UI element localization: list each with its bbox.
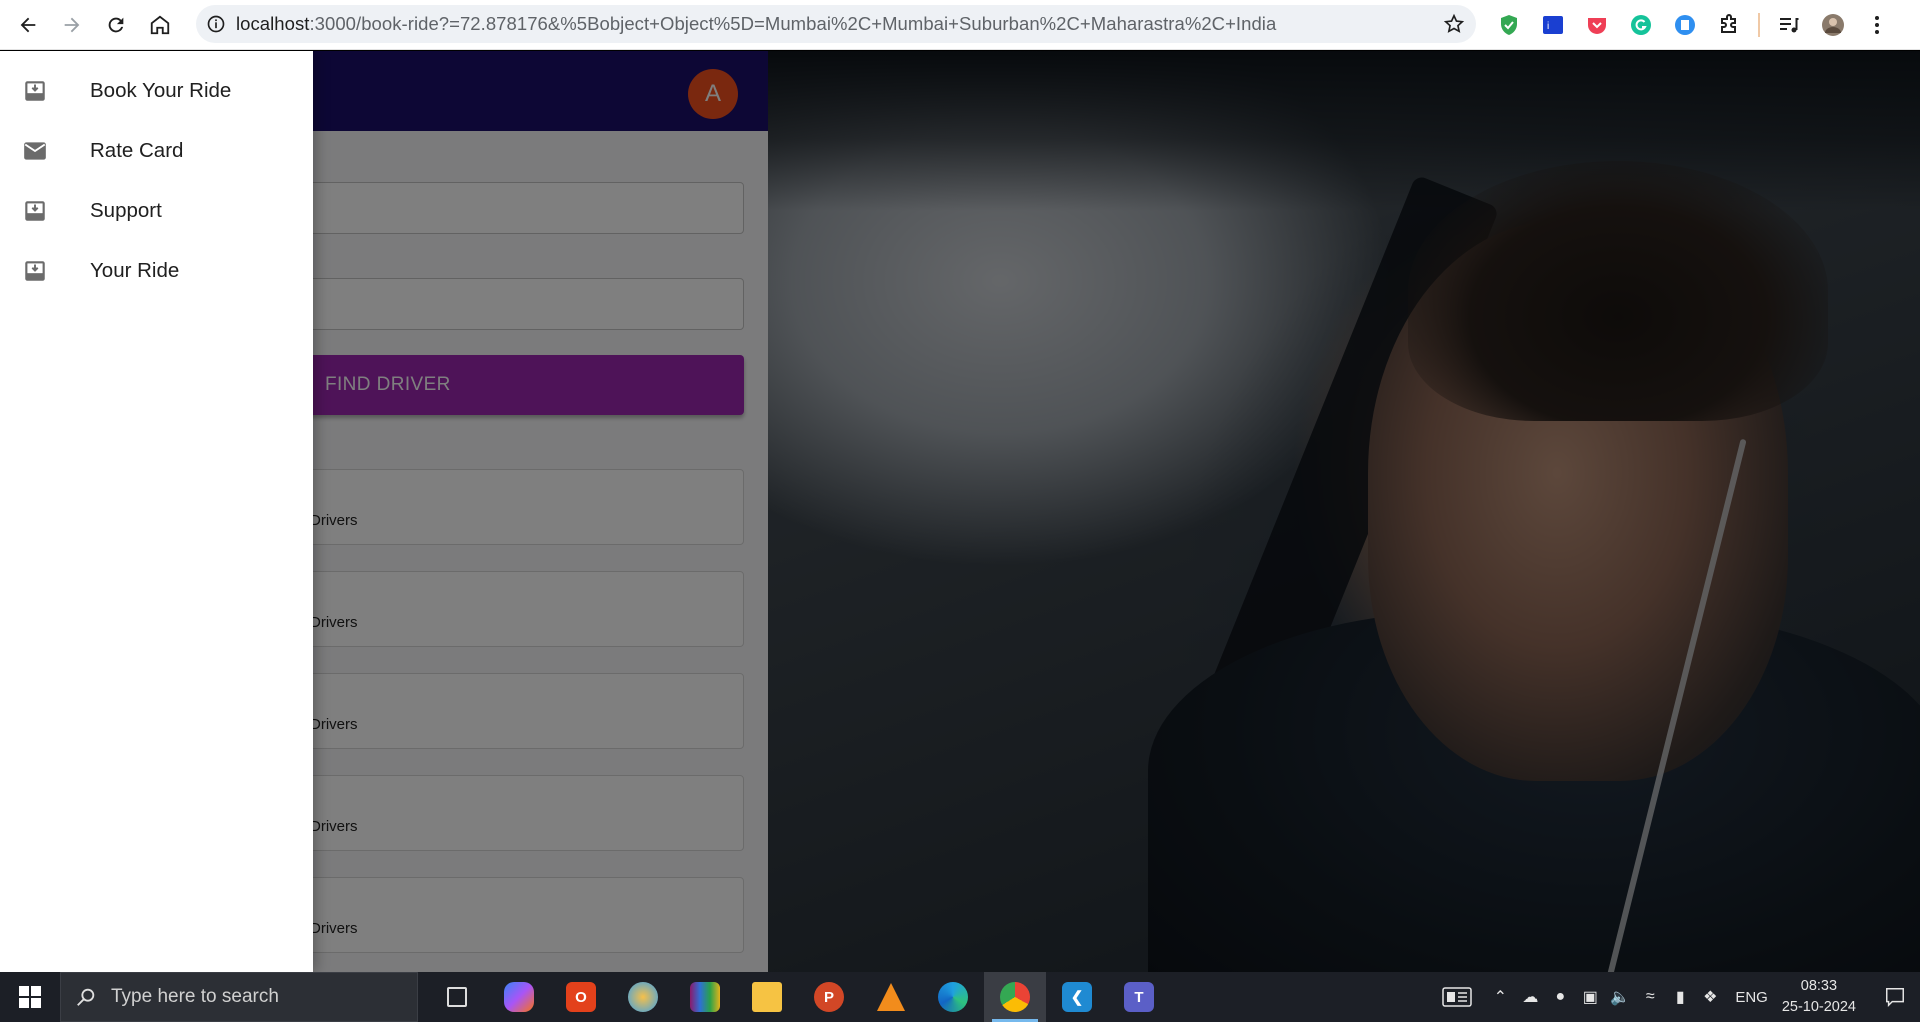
security-alert-icon[interactable]: ● <box>1545 972 1575 1022</box>
url-text[interactable]: localhost:3000/book-ride?=72.878176&%5Bo… <box>236 13 1432 35</box>
copilot-icon <box>504 982 534 1012</box>
folder-icon <box>752 982 782 1012</box>
svg-text:i: i <box>1547 21 1549 32</box>
winrar-app[interactable] <box>674 972 736 1022</box>
vscode-app[interactable]: ❮ <box>1046 972 1108 1022</box>
mail-icon <box>0 138 90 164</box>
edge-app[interactable] <box>922 972 984 1022</box>
volume-icon[interactable]: 🔈 <box>1605 972 1635 1022</box>
media-control-icon[interactable] <box>1774 10 1804 40</box>
notification-center-icon[interactable] <box>1870 972 1920 1022</box>
file-explorer-app[interactable] <box>736 972 798 1022</box>
docs-extension-icon[interactable] <box>1670 10 1700 40</box>
drawer-item-your-ride[interactable]: Your Ride <box>0 241 313 301</box>
chrome-app[interactable] <box>984 972 1046 1022</box>
drawer-item-label: Rate Card <box>90 139 184 162</box>
dropbox-icon[interactable]: ❖ <box>1695 972 1725 1022</box>
navigation-drawer: Book Your Ride Rate Card Support Your Ri… <box>0 51 313 972</box>
inbox-download-icon <box>0 78 90 104</box>
office-app[interactable]: O <box>550 972 612 1022</box>
device-icon[interactable]: ▣ <box>1575 972 1605 1022</box>
puzzle-extensions-icon[interactable] <box>1714 10 1744 40</box>
task-view-icon <box>447 987 467 1007</box>
clock-time: 08:33 <box>1800 978 1838 994</box>
vlc-app[interactable] <box>860 972 922 1022</box>
taskbar-search[interactable]: Type here to search <box>60 972 418 1022</box>
pocket-extension-icon[interactable] <box>1582 10 1612 40</box>
system-tray: ⌃ ☁ ● ▣ 🔈 ≈ ▮ ❖ ENG 08:33 25-10-2024 <box>1429 972 1920 1022</box>
paint-icon <box>628 982 658 1012</box>
drawer-item-label: Your Ride <box>90 259 180 282</box>
paint-app[interactable] <box>612 972 674 1022</box>
office-icon: O <box>566 982 596 1012</box>
inbox-download-icon <box>0 198 90 224</box>
translate-extension-icon[interactable]: i <box>1538 10 1568 40</box>
grammarly-extension-icon[interactable] <box>1626 10 1656 40</box>
start-button[interactable] <box>0 972 60 1022</box>
url-path: :3000/book-ride?=72.878176&%5Bobject+Obj… <box>309 13 1277 34</box>
shield-extension-icon[interactable] <box>1494 10 1524 40</box>
inbox-download-icon <box>0 258 90 284</box>
bookmark-star-icon[interactable] <box>1432 13 1476 35</box>
forward-button[interactable] <box>50 5 94 45</box>
vscode-icon: ❮ <box>1062 982 1092 1012</box>
arrow-left-icon <box>20 17 36 32</box>
browser-toolbar: localhost:3000/book-ride?=72.878176&%5Bo… <box>0 0 1920 50</box>
page-content: A FIND DRIVER Drivers Drivers Drivers Dr… <box>0 51 1920 972</box>
back-button[interactable] <box>6 5 50 45</box>
site-info-icon[interactable] <box>196 14 236 34</box>
profile-avatar-icon[interactable] <box>1818 10 1848 40</box>
onedrive-icon[interactable]: ☁ <box>1515 972 1545 1022</box>
battery-icon[interactable]: ▮ <box>1665 972 1695 1022</box>
powerpoint-app[interactable]: P <box>798 972 860 1022</box>
language-indicator[interactable]: ENG <box>1735 989 1768 1006</box>
task-view-button[interactable] <box>426 972 488 1022</box>
search-placeholder: Type here to search <box>111 986 279 1007</box>
url-host: localhost <box>236 13 310 34</box>
teams-icon: T <box>1124 982 1154 1012</box>
news-widget-icon[interactable] <box>1429 972 1485 1022</box>
copilot-app[interactable] <box>488 972 550 1022</box>
teams-app[interactable]: T <box>1108 972 1170 1022</box>
address-bar[interactable]: localhost:3000/book-ride?=72.878176&%5Bo… <box>196 5 1476 43</box>
vlc-cone-icon <box>877 983 905 1011</box>
arrow-right-icon <box>64 17 80 32</box>
drawer-item-label: Support <box>90 199 162 222</box>
winrar-icon <box>690 982 720 1012</box>
taskbar-apps: O P ❮ T <box>426 972 1170 1022</box>
search-icon <box>61 986 111 1008</box>
toolbar-separator <box>1758 13 1760 37</box>
chrome-icon <box>1000 982 1030 1012</box>
wifi-icon[interactable]: ≈ <box>1635 972 1665 1022</box>
clock[interactable]: 08:33 25-10-2024 <box>1782 976 1856 1018</box>
reload-button[interactable] <box>94 5 138 45</box>
drawer-item-rate-card[interactable]: Rate Card <box>0 121 313 181</box>
clock-date: 25-10-2024 <box>1781 999 1856 1015</box>
windows-logo-icon <box>19 986 41 1008</box>
powerpoint-icon: P <box>814 982 844 1012</box>
drawer-item-book-your-ride[interactable]: Book Your Ride <box>0 61 313 121</box>
edge-icon <box>938 982 968 1012</box>
drawer-item-label: Book Your Ride <box>90 79 232 102</box>
home-icon <box>150 15 170 34</box>
browser-menu-icon[interactable] <box>1862 10 1892 40</box>
windows-taskbar: Type here to search O P ❮ T ⌃ ☁ ● ▣ 🔈 ≈ … <box>0 972 1920 1022</box>
chevron-up-icon[interactable]: ⌃ <box>1485 972 1515 1022</box>
home-button[interactable] <box>138 5 182 45</box>
reload-icon <box>108 17 124 32</box>
drawer-item-support[interactable]: Support <box>0 181 313 241</box>
extensions-bar: i <box>1494 8 1892 42</box>
